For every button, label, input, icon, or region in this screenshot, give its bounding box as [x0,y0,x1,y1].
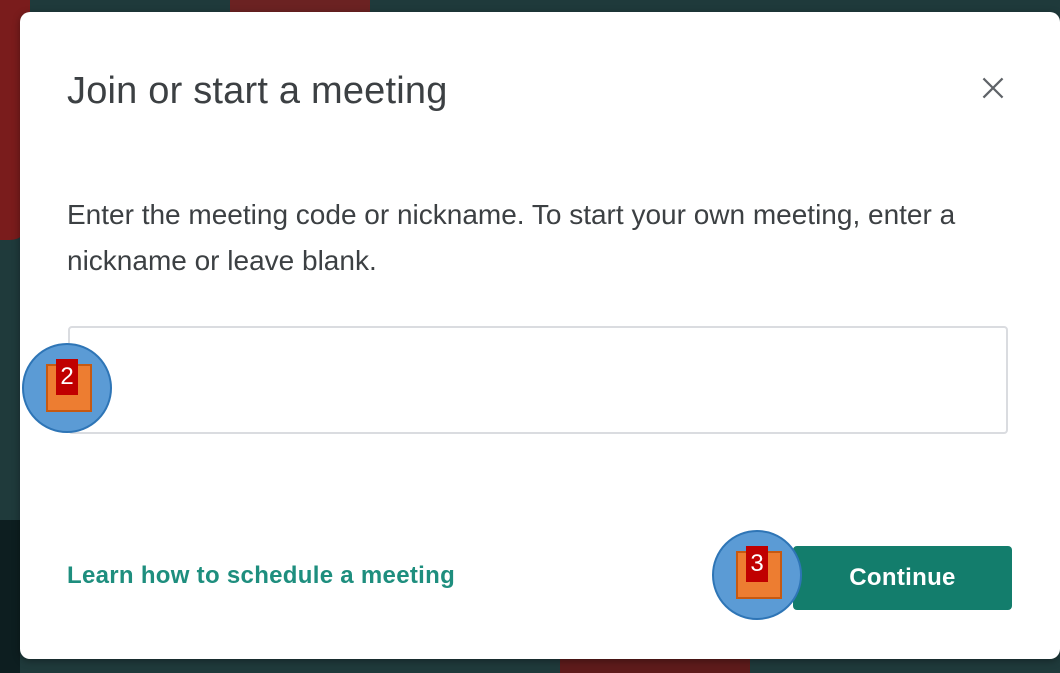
step-marker-2: 2 [22,343,112,433]
learn-schedule-link[interactable]: Learn how to schedule a meeting [67,562,455,590]
continue-button[interactable]: Continue [793,546,1012,610]
background-shape [0,520,20,673]
close-icon [982,77,1004,99]
join-meeting-dialog: Join or start a meeting Enter the meetin… [20,12,1060,659]
dialog-description: Enter the meeting code or nickname. To s… [67,199,956,276]
meeting-code-input[interactable] [68,326,1008,434]
close-button[interactable] [971,66,1015,110]
dialog-title: Join or start a meeting [67,70,448,112]
step-marker-3: 3 [712,530,802,620]
step-marker-number: 2 [56,359,78,395]
step-marker-number: 3 [746,546,768,582]
